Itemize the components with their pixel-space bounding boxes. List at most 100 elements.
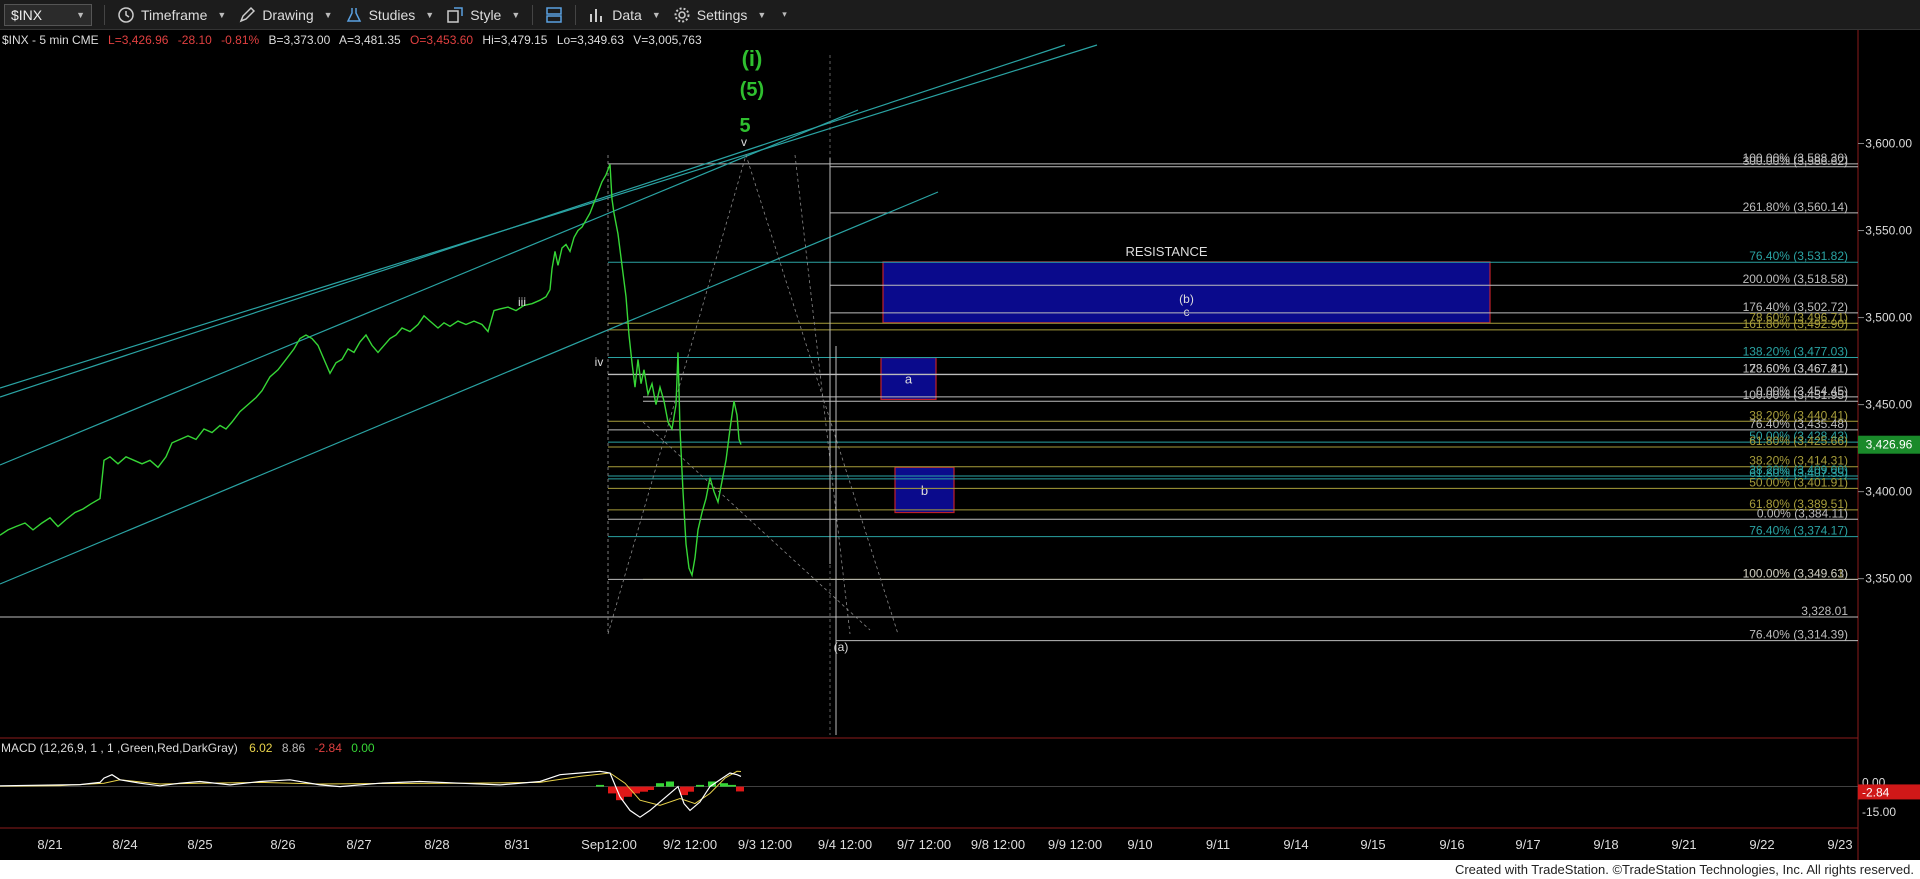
time-axis-label: 9/3 12:00 xyxy=(738,837,792,852)
settings-button[interactable]: Settings ▼ xyxy=(673,6,767,24)
time-axis-label: 9/10 xyxy=(1127,837,1152,852)
fib-level-label: 61.80% (3,425.66) xyxy=(1749,434,1848,448)
time-axis-label: 9/8 12:00 xyxy=(971,837,1025,852)
quote-low: Lo=3,349.63 xyxy=(557,33,624,47)
fib-level-label: 123.60% (3,467.21) xyxy=(1743,362,1848,376)
macd-histogram-bar xyxy=(736,786,744,792)
chevron-down-icon: ▼ xyxy=(217,9,227,20)
studies-button[interactable]: Studies ▼ xyxy=(345,6,435,24)
wave-label-a-low: (a) xyxy=(834,640,849,654)
macd-histogram-bar xyxy=(686,786,694,792)
fib-level-label: 200.00% (3,518.58) xyxy=(1743,272,1848,286)
macd-histogram-bar xyxy=(646,786,654,790)
wave-label-iv: iv xyxy=(595,355,604,369)
settings-label: Settings xyxy=(696,6,748,23)
pencil-icon xyxy=(239,6,256,22)
overflow-menu-button[interactable]: ▾ xyxy=(778,9,787,20)
timeframe-button[interactable]: Timeframe ▼ xyxy=(117,6,226,24)
time-axis-label: 9/7 12:00 xyxy=(897,837,951,852)
dashed-diagonal-2 xyxy=(794,154,851,635)
symbol-selector[interactable]: $INX ▼ xyxy=(4,3,92,26)
fib-level-label: 261.80% (3,560.14) xyxy=(1743,200,1848,214)
quote-high: Hi=3,479.15 xyxy=(482,33,547,47)
zone-resistance-label: RESISTANCE xyxy=(1125,244,1207,259)
fib-level-label: 76.40% (3,374.17) xyxy=(1749,524,1848,538)
time-axis-label: 9/18 xyxy=(1593,837,1618,852)
time-axis-label: 9/16 xyxy=(1439,837,1464,852)
trend-channel-upper-2 xyxy=(0,44,1098,389)
chevron-down-icon: ▼ xyxy=(323,9,333,20)
time-axis-label: 9/21 xyxy=(1671,837,1696,852)
macd-histogram xyxy=(0,781,1858,801)
style-button[interactable]: Style ▼ xyxy=(446,6,520,24)
macd-axis-label-mid: -2.84 xyxy=(1862,785,1890,799)
zone-resistance-sublabel: (b) xyxy=(1179,292,1194,306)
toolbar: $INX ▼ Timeframe ▼ Drawing ▼ Studies ▼ S… xyxy=(0,0,1920,30)
fib-level-label: 100.00% (3,349.63) xyxy=(1743,566,1848,580)
wave-label-5-paren: (5) xyxy=(740,79,764,101)
price-axis-label: 3,350.00 xyxy=(1865,572,1912,586)
chart-frame xyxy=(0,30,1859,860)
chevron-down-icon: ▼ xyxy=(425,9,435,20)
wave-labels: (i) (5) 5 v iii iv (a) xyxy=(518,46,848,654)
time-axis-label: 8/21 xyxy=(37,837,62,852)
time-axis-label: 9/4 12:00 xyxy=(818,837,872,852)
time-axis-label: Sep12:00 xyxy=(581,837,637,852)
zone-resistance-sublabel: c xyxy=(1184,305,1190,319)
quote-line: $INX - 5 min CME L=3,426.96 -28.10 -0.81… xyxy=(2,33,702,47)
zone-a-label: a xyxy=(905,372,913,387)
macd-zero-value: 0.00 xyxy=(351,741,375,755)
wave-label-v: v xyxy=(741,135,747,149)
chevron-down-icon: ▼ xyxy=(757,9,767,20)
drawing-button[interactable]: Drawing ▼ xyxy=(238,6,333,24)
quote-ask: A=3,481.35 xyxy=(339,33,401,47)
timeframe-label: Timeframe xyxy=(141,6,208,23)
price-series-line xyxy=(0,164,742,578)
time-axis-label: 9/23 xyxy=(1827,837,1852,852)
fib-level-label: 76.40% (3,314.39) xyxy=(1749,628,1848,642)
data-button[interactable]: Data ▼ xyxy=(588,6,661,24)
macd-histogram-bar xyxy=(596,784,604,787)
time-axis-label: 9/22 xyxy=(1749,837,1774,852)
price-axis-label: 3,600.00 xyxy=(1865,137,1912,151)
window-layout-icon xyxy=(546,6,563,23)
time-axis-label: 9/11 xyxy=(1206,837,1230,852)
macd-histogram-bar xyxy=(624,786,632,797)
flask-icon xyxy=(346,7,361,22)
macd-header: MACD (12,26,9, 1 , 1 ,Green,Red,DarkGray… xyxy=(1,741,375,755)
fib-level-label: 50.00% (3,401.91) xyxy=(1749,475,1848,489)
price-axis-label: 3,550.00 xyxy=(1865,224,1912,238)
time-axis-label: 8/24 xyxy=(112,837,137,852)
time-axis-label: 8/28 xyxy=(424,837,449,852)
wave-label-iii: iii xyxy=(518,295,526,309)
quote-change-pct: -0.81% xyxy=(221,33,259,47)
macd-value: 6.02 xyxy=(249,741,273,755)
macd-title: MACD (12,26,9, 1 , 1 ,Green,Red,DarkGray… xyxy=(1,741,238,755)
time-axis-label: 9/9 12:00 xyxy=(1048,837,1102,852)
macd-histogram-bar xyxy=(728,784,736,787)
price-axis: 3,600.00 3,550.00 3,500.00 3,450.00 3,400.00… xyxy=(1858,137,1912,586)
chevron-down-icon: ▾ xyxy=(782,9,787,19)
macd-histogram-bar xyxy=(656,783,664,787)
macd-signal-value: 8.86 xyxy=(282,741,306,755)
chart-header: $INX - 5 min CME L=3,426.96 -28.10 -0.81… xyxy=(2,33,702,47)
last-price-marker: 3,426.96 xyxy=(1858,435,1920,454)
quote-open: O=3,453.60 xyxy=(410,33,473,47)
zones: RESISTANCE (b)c a b xyxy=(880,244,1491,514)
wave-label-5: 5 xyxy=(739,115,750,137)
price-axis-label: 3,400.00 xyxy=(1865,485,1912,499)
trend-channel-mid xyxy=(0,109,859,466)
drawing-label: Drawing xyxy=(262,6,314,23)
macd-hist-value: -2.84 xyxy=(315,741,343,755)
macd-histogram-bar xyxy=(696,784,704,787)
toolbar-divider xyxy=(532,4,534,25)
time-axis-label: 9/14 xyxy=(1283,837,1308,852)
price-axis-label: 3,500.00 xyxy=(1865,311,1912,325)
macd-panel: MACD (12,26,9, 1 , 1 ,Green,Red,DarkGray… xyxy=(0,741,1920,819)
layout-button[interactable] xyxy=(545,6,563,24)
wave-label-i: (i) xyxy=(742,46,763,71)
fib-level-label: 3,328.01 xyxy=(1801,604,1848,618)
time-axis-label: 8/25 xyxy=(187,837,212,852)
toolbar-divider xyxy=(104,4,105,25)
price-chart[interactable]: RESISTANCE(b)cab 100.00% (3,588.30)300.0… xyxy=(0,30,1920,860)
